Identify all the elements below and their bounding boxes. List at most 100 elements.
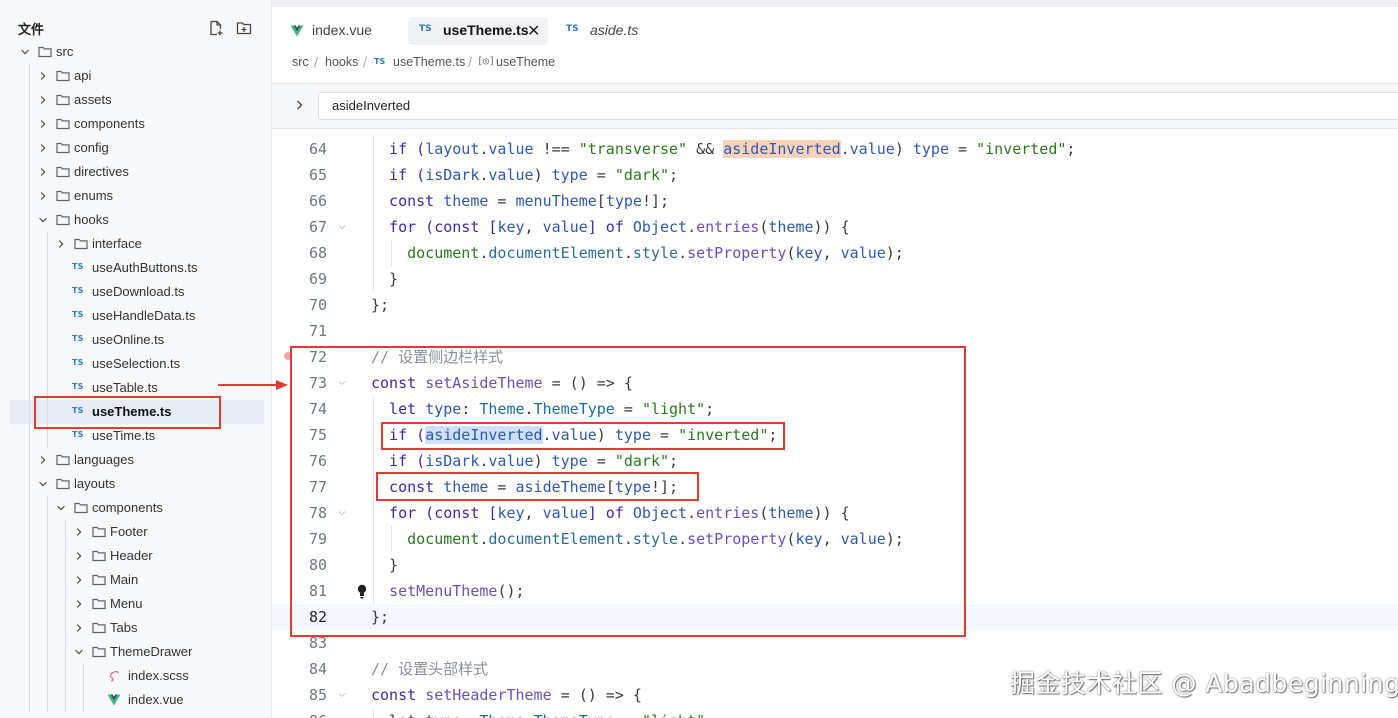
- chevron-right-icon[interactable]: [38, 95, 48, 105]
- indent-guide: [47, 616, 48, 640]
- folder-icon: [92, 525, 106, 539]
- chevron-right-icon[interactable]: [56, 239, 66, 249]
- tree-item-tabs[interactable]: Tabs: [0, 616, 271, 640]
- code-token: !];: [641, 192, 670, 210]
- indent-guide: [47, 352, 48, 376]
- tree-item-layouts[interactable]: layouts: [0, 472, 271, 496]
- code-token: setHeaderTheme: [425, 686, 552, 704]
- chevron-down-icon[interactable]: [20, 47, 30, 57]
- code-line[interactable]: 69 }: [272, 266, 1398, 292]
- indent-guide: [29, 544, 30, 568]
- code-line[interactable]: 68 document.documentElement.style.setPro…: [272, 240, 1398, 266]
- find-input[interactable]: asideInverted: [318, 92, 1398, 120]
- tree-item-label: useAuthButtons.ts: [92, 260, 198, 275]
- breadcrumb-item-src[interactable]: src: [292, 55, 309, 69]
- breadcrumb-item-file[interactable]: useTheme.ts: [393, 55, 465, 69]
- code-line[interactable]: 64 if (layout.value !== "transverse" && …: [272, 136, 1398, 162]
- tree-item-label: useDownload.ts: [92, 284, 185, 299]
- code-token: entries: [696, 218, 760, 236]
- line-annotation-box-aside-theme: [376, 472, 699, 501]
- tree-item-label: hooks: [74, 212, 109, 227]
- code-line[interactable]: 66 const theme = menuTheme[type!];: [272, 188, 1398, 214]
- line-number: 66: [308, 192, 327, 210]
- chevron-right-icon[interactable]: [74, 599, 84, 609]
- tree-item-src[interactable]: src: [0, 40, 271, 64]
- tree-item-index-vue[interactable]: index.vue: [0, 688, 271, 712]
- tree-item-config[interactable]: config: [0, 136, 271, 160]
- tree-item-languages[interactable]: languages: [0, 448, 271, 472]
- chevron-right-icon[interactable]: [74, 575, 84, 585]
- code-line[interactable]: 86 let type: Theme.ThemeType = "light";: [272, 708, 1398, 718]
- indent-guide: [29, 280, 30, 304]
- code-token: key: [497, 218, 525, 236]
- folder-icon: [56, 189, 70, 203]
- new-folder-icon[interactable]: [236, 20, 252, 36]
- folder-icon: [56, 453, 70, 467]
- folder-icon: [56, 117, 70, 131]
- new-file-icon[interactable]: [208, 20, 224, 36]
- chevron-right-icon[interactable]: [74, 623, 84, 633]
- indent-guide: [29, 424, 30, 448]
- tree-item-main[interactable]: Main: [0, 568, 271, 592]
- indent-guide: [47, 280, 48, 304]
- tree-item-footer[interactable]: Footer: [0, 520, 271, 544]
- line-number: 86: [272, 708, 327, 718]
- close-icon[interactable]: ✕: [527, 21, 540, 40]
- code-text: document.documentElement.style.setProper…: [371, 240, 904, 266]
- tree-item-index-scss[interactable]: index.scss: [0, 664, 271, 688]
- tree-item-api[interactable]: api: [0, 64, 271, 88]
- tree-item-enums[interactable]: enums: [0, 184, 271, 208]
- code-line[interactable]: 70};: [272, 292, 1398, 318]
- tab-index-vue[interactable]: index.vue: [282, 17, 400, 45]
- chevron-right-icon[interactable]: [38, 143, 48, 153]
- line-number: 67: [308, 218, 327, 236]
- tree-item-menu[interactable]: Menu: [0, 592, 271, 616]
- indent-guide: [47, 664, 48, 688]
- chevron-down-icon[interactable]: [56, 503, 66, 513]
- chevron-right-icon[interactable]: [38, 119, 48, 129]
- tree-item-interface[interactable]: interface: [0, 232, 271, 256]
- code-token: )) {: [813, 218, 850, 236]
- code-token: ;: [669, 166, 679, 184]
- fold-chevron-icon[interactable]: [338, 223, 346, 231]
- tree-item-components[interactable]: components: [0, 112, 271, 136]
- tree-item-usehandledata-ts[interactable]: TS useHandleData.ts: [0, 304, 271, 328]
- tree-item-directives[interactable]: directives: [0, 160, 271, 184]
- tree-item-useauthbuttons-ts[interactable]: TS useAuthButtons.ts: [0, 256, 271, 280]
- chevron-right-icon[interactable]: [38, 71, 48, 81]
- code-token: &&: [687, 140, 724, 158]
- tab-aside-ts[interactable]: TS aside.ts: [556, 17, 646, 45]
- code-line[interactable]: 71: [272, 318, 1398, 344]
- tree-item-label: components: [92, 500, 163, 515]
- breadcrumb-item-hooks[interactable]: hooks: [325, 55, 358, 69]
- tree-item-header[interactable]: Header: [0, 544, 271, 568]
- fold-chevron-icon[interactable]: [338, 691, 346, 699]
- tab-usetheme-ts[interactable]: TS useTheme.ts ✕: [408, 17, 548, 45]
- tree-item-components[interactable]: components: [0, 496, 271, 520]
- tree-item-useselection-ts[interactable]: TS useSelection.ts: [0, 352, 271, 376]
- chevron-right-icon[interactable]: [294, 98, 306, 112]
- tree-item-usedownload-ts[interactable]: TS useDownload.ts: [0, 280, 271, 304]
- tree-item-label: assets: [74, 92, 112, 107]
- tree-item-useonline-ts[interactable]: TS useOnline.ts: [0, 328, 271, 352]
- tree-item-hooks[interactable]: hooks: [0, 208, 271, 232]
- chevron-down-icon[interactable]: [74, 647, 84, 657]
- tree-item-label: components: [74, 116, 145, 131]
- chevron-right-icon[interactable]: [74, 551, 84, 561]
- chevron-right-icon[interactable]: [74, 527, 84, 537]
- indent-guide: [29, 232, 30, 256]
- tab-label: aside.ts: [590, 22, 639, 38]
- breadcrumb-item-symbol[interactable]: useTheme: [496, 55, 555, 69]
- chevron-right-icon[interactable]: [38, 167, 48, 177]
- chevron-right-icon[interactable]: [38, 455, 48, 465]
- indent-guide: [65, 568, 66, 592]
- tree-item-themedrawer[interactable]: ThemeDrawer: [0, 640, 271, 664]
- code-line[interactable]: 67 for (const [key, value] of Object.ent…: [272, 214, 1398, 240]
- tree-item-assets[interactable]: assets: [0, 88, 271, 112]
- chevron-down-icon[interactable]: [38, 479, 48, 489]
- indent-guide: [65, 592, 66, 616]
- chevron-right-icon[interactable]: [38, 191, 48, 201]
- code-line[interactable]: 65 if (isDark.value) type = "dark";: [272, 162, 1398, 188]
- chevron-down-icon[interactable]: [38, 215, 48, 225]
- indent-guide: [29, 376, 30, 400]
